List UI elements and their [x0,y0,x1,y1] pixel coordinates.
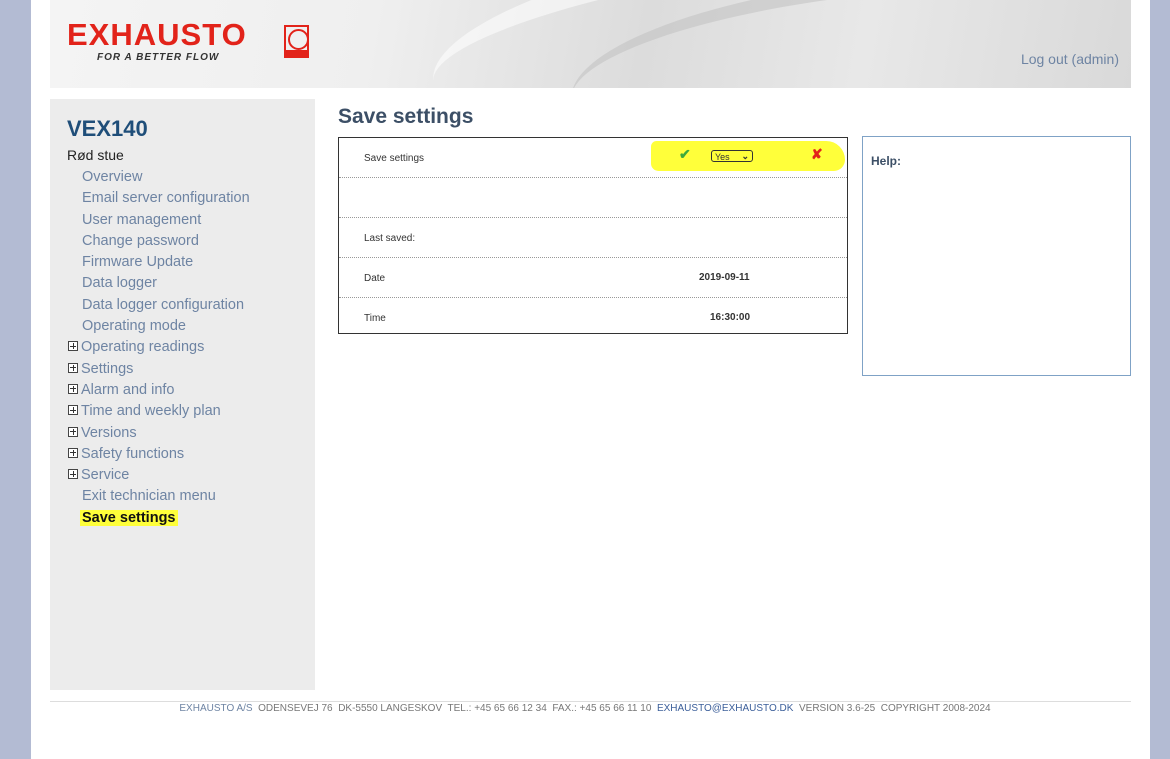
expand-plus-icon[interactable] [68,405,78,416]
empty-row [339,178,847,218]
device-title: VEX140 [67,116,148,141]
nav-item-exit-technician-menu[interactable]: Exit technician menu [82,486,250,507]
nav-item-user-management[interactable]: User management [82,210,250,231]
sidebar: VEX140 Rød stue Overview Email server co… [50,99,315,690]
cancel-x-icon[interactable]: ✘ [811,146,823,163]
footer-address: ODENSEVEJ 76 [258,703,333,714]
footer-company: EXHAUSTO A/S [179,703,253,714]
save-select[interactable]: Yes ⌄ [711,150,753,162]
time-label: Time [364,313,386,324]
sidebar-nav: Overview Email server configuration User… [68,167,250,529]
footer-copyright: COPYRIGHT 2008-2024 [880,703,991,714]
footer-version: VERSION 3.6-25 [799,703,876,714]
help-title: Help: [871,154,901,168]
exhausto-logo[interactable]: EXHAUSTO FOR A BETTER FLOW [67,17,309,63]
nav-item-data-logger[interactable]: Data logger [82,273,250,294]
time-value: 16:30:00 [710,312,751,323]
page-title: Save settings [338,105,474,128]
expand-plus-icon[interactable] [68,383,78,394]
date-row: Date 2019-09-11 [339,258,847,298]
nav-item-time-and-weekly-plan[interactable]: Time and weekly plan [68,401,250,422]
footer-divider [50,701,1131,702]
nav-item-operating-readings[interactable]: Operating readings [68,337,250,358]
left-border-band [0,0,31,759]
nav-item-save-settings[interactable]: Save settings [80,508,250,529]
fan-logo-icon [284,25,309,58]
nav-item-data-logger-configuration[interactable]: Data logger configuration [82,295,250,316]
chevron-down-icon: ⌄ [741,151,749,161]
save-settings-label: Save settings [364,153,425,164]
nav-item-email-server-configuration[interactable]: Email server configuration [82,188,250,209]
footer-city: DK-5550 LANGESKOV [338,703,443,714]
nav-item-change-password[interactable]: Change password [82,231,250,252]
nav-item-service[interactable]: Service [68,465,250,486]
room-name: Rød stue [67,147,124,163]
last-saved-row: Last saved: [339,218,847,258]
date-value: 2019-09-11 [699,272,750,283]
confirm-check-icon[interactable]: ✔ [679,146,691,163]
footer-fax: FAX.: +45 65 66 11 10 [552,703,652,714]
footer: EXHAUSTO A/S ODENSEVEJ 76 DK-5550 LANGES… [0,703,1170,714]
save-select-value: Yes [715,152,730,162]
last-saved-label: Last saved: [364,233,416,244]
expand-plus-icon[interactable] [68,341,78,352]
header-banner: EXHAUSTO FOR A BETTER FLOW Log out (admi… [50,0,1131,88]
nav-item-overview[interactable]: Overview [82,167,250,188]
expand-plus-icon[interactable] [68,469,78,480]
expand-plus-icon[interactable] [68,426,78,437]
help-panel: Help: [862,136,1131,376]
expand-plus-icon[interactable] [68,447,78,458]
time-row: Time 16:30:00 [339,298,847,337]
save-settings-panel: Save settings ✔ Yes ⌄ ✘ Last saved: Date… [338,137,848,334]
nav-item-operating-mode[interactable]: Operating mode [82,316,250,337]
logo-wordmark: EXHAUSTO [67,17,247,52]
nav-item-firmware-update[interactable]: Firmware Update [82,252,250,273]
save-settings-row: Save settings ✔ Yes ⌄ ✘ [339,138,847,178]
nav-item-alarm-and-info[interactable]: Alarm and info [68,380,250,401]
logout-link[interactable]: Log out (admin) [1021,51,1119,67]
expand-plus-icon[interactable] [68,362,78,373]
nav-item-safety-functions[interactable]: Safety functions [68,444,250,465]
nav-item-settings[interactable]: Settings [68,359,250,380]
logo-tagline: FOR A BETTER FLOW [97,52,220,63]
footer-email-link[interactable]: EXHAUSTO@EXHAUSTO.DK [657,703,793,714]
right-border-band [1150,0,1170,759]
date-label: Date [364,273,386,284]
footer-tel: TEL.: +45 65 66 12 34 [447,703,547,714]
nav-item-versions[interactable]: Versions [68,423,250,444]
